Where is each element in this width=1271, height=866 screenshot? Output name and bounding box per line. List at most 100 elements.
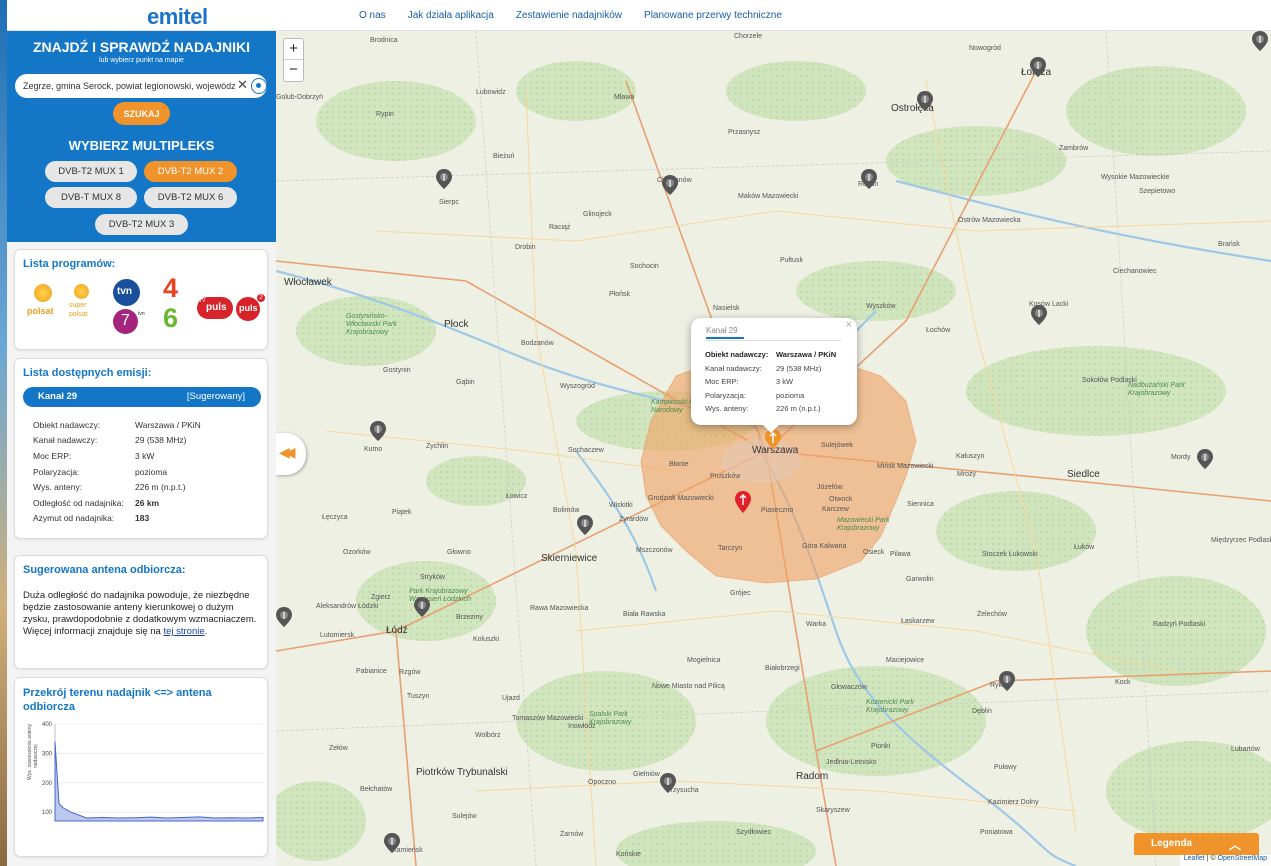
- place-label: Międzyrzec Podlaski: [1211, 537, 1271, 544]
- place-label: Rzgów: [399, 669, 421, 676]
- transmitter-marker[interactable]: [999, 671, 1015, 691]
- place-label: Żarnów: [560, 831, 584, 838]
- transmitter-marker[interactable]: [436, 169, 452, 189]
- app: emitel O nas Jak działa aplikacja Zestaw…: [0, 0, 1271, 866]
- place-label: Golub-Dobrzyń: [276, 94, 324, 101]
- place-label: Przasnysz: [728, 129, 761, 136]
- place-label: Siedlce: [1067, 469, 1100, 480]
- table-row: Obiekt nadawczy: Warszawa / PKiN: [705, 350, 837, 360]
- openstreetmap-link[interactable]: OpenStreetMap: [1218, 855, 1267, 862]
- place-label: Włocławek: [284, 277, 332, 288]
- popup-tab[interactable]: Kanał 29: [706, 326, 744, 339]
- transmitter-marker[interactable]: [660, 773, 676, 793]
- mux-button-dvbt2-mux1[interactable]: DVB-T2 MUX 1: [45, 161, 137, 182]
- transmitter-marker[interactable]: [276, 607, 292, 627]
- place-label: Sochocin: [630, 263, 659, 270]
- search-button[interactable]: SZUKAJ: [113, 102, 170, 125]
- transmitter-marker[interactable]: [1031, 305, 1047, 325]
- y-tick-label: 200: [42, 781, 53, 787]
- puls2-logo: puls 2: [236, 294, 265, 321]
- transmitter-marker[interactable]: [1030, 57, 1046, 77]
- emission-details: Obiekt nadawczy: Warszawa / PKiN Kanał na…: [33, 417, 201, 526]
- place-label: Żyrardów: [619, 516, 649, 523]
- mux-button-dvbt2-mux6[interactable]: DVB-T2 MUX 6: [144, 187, 237, 208]
- y-tick-label: 400: [42, 722, 53, 728]
- search-input[interactable]: [23, 79, 235, 93]
- terrain-profile-card: Przekrój terenu nadajnik <=> antena odbi…: [14, 677, 268, 857]
- place-label: Ozorków: [343, 549, 371, 556]
- place-label: Zełów: [329, 745, 348, 752]
- antenna-title: Sugerowana antena odbiorcza:: [23, 564, 186, 576]
- popup-close-icon[interactable]: ×: [846, 319, 852, 331]
- legend-button[interactable]: Legenda ︿: [1134, 833, 1259, 855]
- nav-o-nas[interactable]: O nas: [359, 10, 386, 21]
- clear-icon[interactable]: ✕: [237, 78, 248, 92]
- tv6-logo: 6: [163, 303, 179, 333]
- place-label: Sierpc: [439, 199, 459, 206]
- place-label: Wolbórz: [475, 732, 501, 739]
- antenna-description: Duża odległość do nadajnika powoduje, że…: [23, 590, 257, 637]
- table-row: Polaryzacja: pozioma: [705, 390, 805, 400]
- antenna-card: Sugerowana antena odbiorcza: Duża odległ…: [14, 555, 268, 669]
- mux-button-dvbt-mux8[interactable]: DVB-T MUX 8: [45, 187, 137, 208]
- map-view[interactable]: Brodnica Rypin Golub-Dobrzyń Lubowidz Mława C…: [276, 31, 1271, 866]
- locate-icon[interactable]: [251, 78, 267, 94]
- place-label: Grodzisk Mazowiecki: [648, 495, 714, 502]
- popup-divider: [706, 340, 841, 341]
- transmitter-marker[interactable]: [917, 91, 933, 111]
- popup-details: Obiekt nadawczy: Warszawa / PKiN Kanał na…: [705, 348, 836, 416]
- transmitter-marker[interactable]: [370, 421, 386, 441]
- chevron-up-icon: ︿: [1228, 838, 1241, 852]
- search-title: ZNAJDŹ I SPRAWDŹ NADAJNIKI: [32, 39, 250, 55]
- mux-button-dvbt2-mux3[interactable]: DVB-T2 MUX 3: [95, 214, 188, 235]
- emission-header[interactable]: Kanał 29 [Sugerowany]: [23, 387, 261, 407]
- zoom-out-button[interactable]: −: [284, 60, 303, 81]
- zoom-in-button[interactable]: +: [284, 39, 303, 60]
- receiver-location-marker[interactable]: [735, 491, 751, 513]
- search-box: ✕: [15, 74, 267, 98]
- park-label: Spalski Park Krajobrazowy: [589, 711, 632, 726]
- place-label: Nowe Miasto nad Pilicą: [652, 683, 725, 690]
- transmitter-marker[interactable]: [577, 515, 593, 535]
- terrain-profile-title: Przekrój terenu nadajnik <=> antena odbi…: [23, 687, 212, 713]
- nav-przerwy[interactable]: Planowane przerwy techniczne: [644, 10, 782, 21]
- place-label: Opoczno: [588, 779, 617, 786]
- transmitter-marker[interactable]: [1197, 449, 1213, 469]
- transmitter-marker[interactable]: [384, 833, 400, 853]
- place-label: Łęczyca: [322, 514, 348, 521]
- nav-zestawienie[interactable]: Zestawienie nadajników: [516, 10, 622, 21]
- table-row: Kanał nadawczy: 29 (538 MHz): [705, 363, 822, 373]
- desktop-background-strip: [0, 0, 7, 866]
- legend-label: Legenda: [1151, 838, 1193, 849]
- transmitter-marker[interactable]: [1252, 31, 1268, 51]
- place-label: Głowno: [447, 549, 471, 556]
- place-label: Osieck: [863, 549, 885, 556]
- place-label: Lubowidz: [476, 89, 506, 96]
- emission-status: [Sugerowany]: [186, 391, 245, 402]
- place-label: Płońsk: [609, 291, 631, 298]
- place-label: Zambrów: [1059, 145, 1089, 152]
- place-label: Skaryszew: [816, 807, 850, 814]
- place-label: Bełchatów: [360, 786, 393, 793]
- transmitter-marker[interactable]: [414, 597, 430, 617]
- place-label: Radzyń Podlaski: [1153, 621, 1206, 628]
- place-label: Garwolin: [906, 576, 934, 583]
- tvn7-logo: 7 tvn: [113, 309, 145, 334]
- top-navigation-bar: emitel O nas Jak działa aplikacja Zestaw…: [7, 0, 1271, 31]
- more-info-link[interactable]: tej stronie: [163, 626, 204, 637]
- emitel-logo[interactable]: emitel: [147, 4, 208, 30]
- nav-jak-dziala[interactable]: Jak działa aplikacja: [408, 10, 494, 21]
- place-label: Radom: [796, 771, 829, 782]
- programs-card: Lista programów: polsat super polsat tvn…: [14, 249, 268, 350]
- transmitter-marker[interactable]: [861, 169, 877, 189]
- sidebar: ZNAJDŹ I SPRAWDŹ NADAJNIKI lub wybierz p…: [7, 31, 276, 866]
- place-label: Sochaczew: [568, 447, 604, 454]
- place-label: Szydłowiec: [736, 829, 772, 836]
- leaflet-link[interactable]: Leaflet: [1184, 855, 1205, 862]
- transmitter-marker[interactable]: [662, 175, 678, 195]
- place-label: Brzeziny: [456, 614, 483, 621]
- chart-ylabel-2: nadawczej: [33, 744, 39, 768]
- mux-button-dvbt2-mux2[interactable]: DVB-T2 MUX 2: [144, 161, 237, 182]
- place-label: Bieżuń: [493, 153, 515, 160]
- place-label: Gąbin: [456, 379, 475, 386]
